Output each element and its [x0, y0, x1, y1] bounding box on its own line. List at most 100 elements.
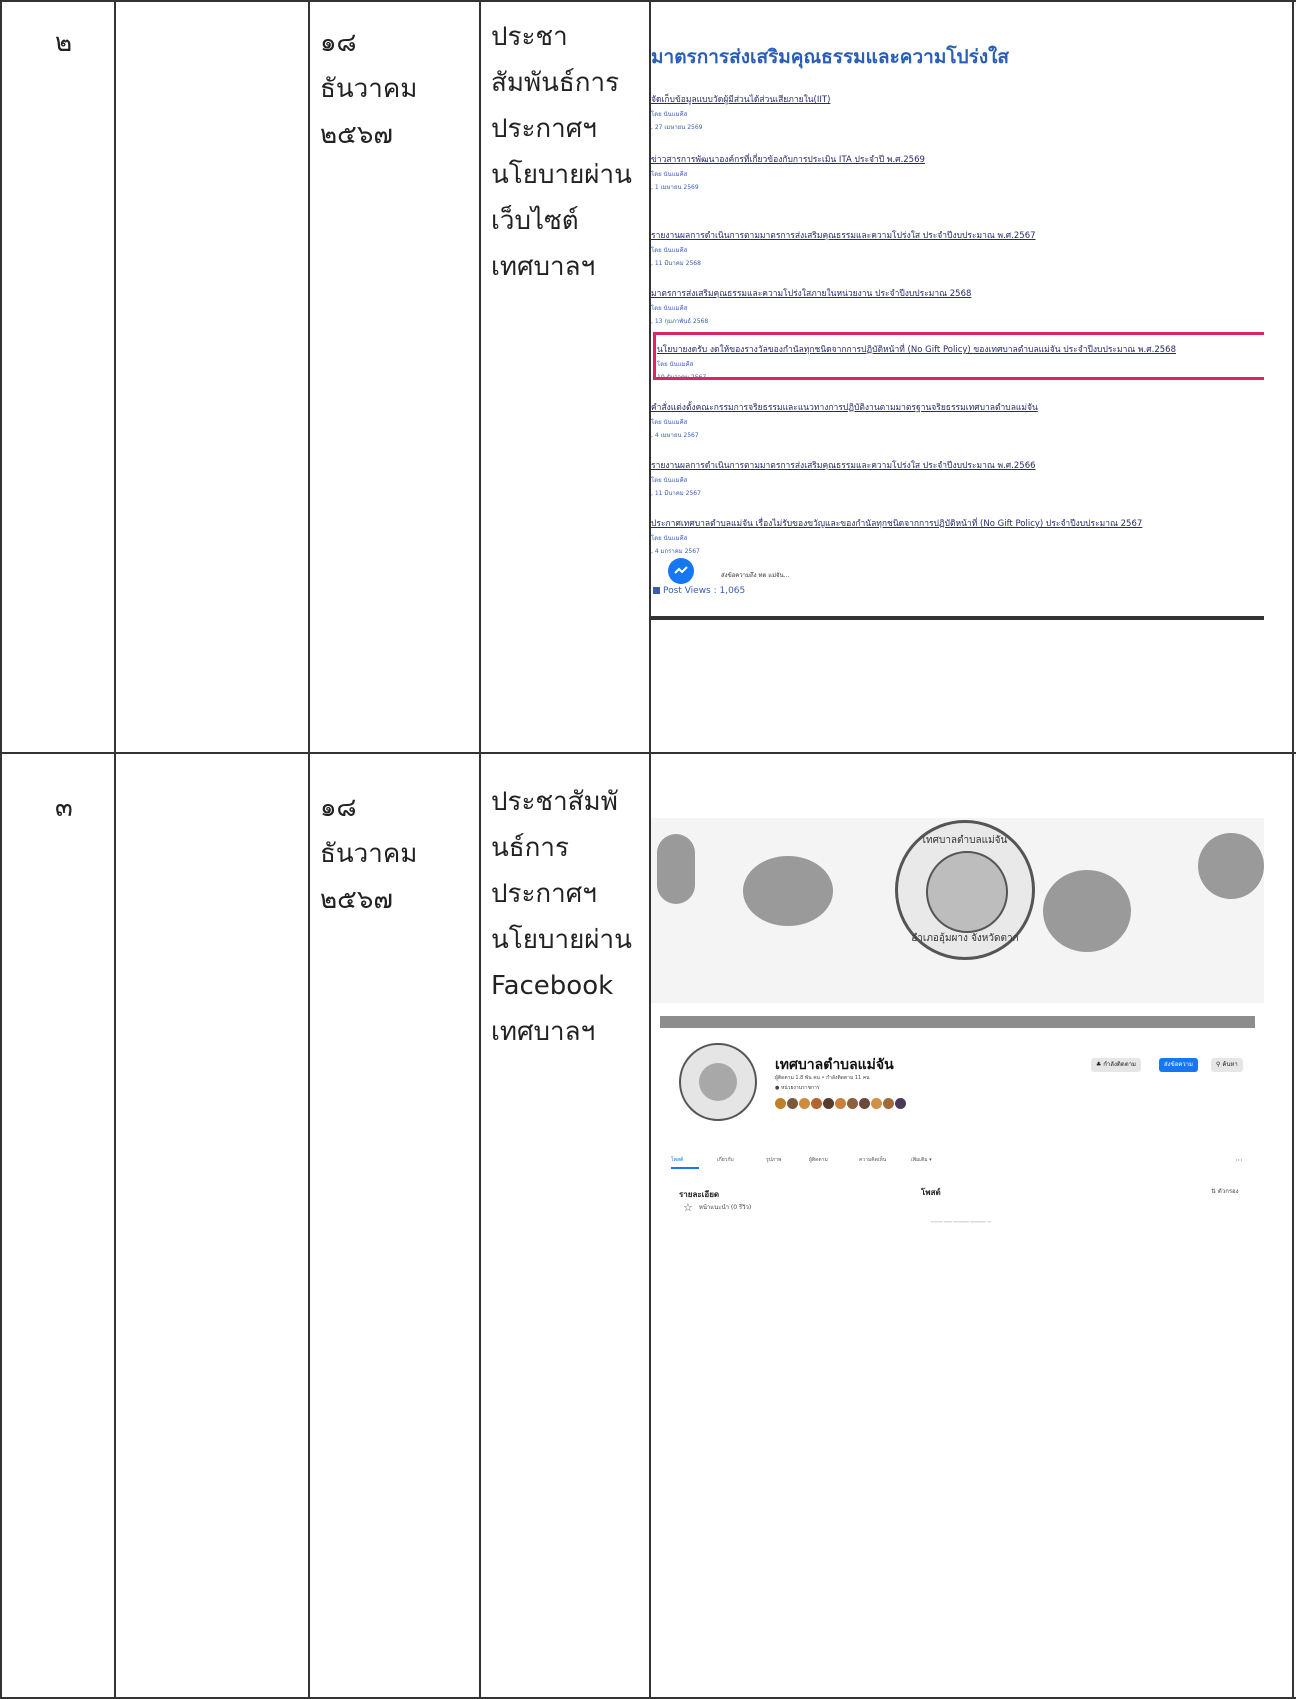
messenger-prompt[interactable]: ส่งข้อความถึง ทต แม่จัน...: [721, 570, 789, 580]
list-item[interactable]: ข่าวสารการพัฒนาองค์กรที่เกี่ยวข้องกับการ…: [651, 152, 1264, 192]
tab-posts[interactable]: โพสต์: [671, 1156, 683, 1164]
recommendation-row: ☆ หน้าแนะนำ (0 รีวิว): [683, 1201, 751, 1214]
tab-reviews[interactable]: ความคิดเห็น: [859, 1156, 886, 1164]
seal-text-top: เทศบาลตำบลแม่จัน: [922, 835, 1008, 846]
date-day: ๑๘: [320, 793, 357, 823]
row-number: ๒: [55, 28, 73, 58]
more-options-icon[interactable]: ···: [1235, 1156, 1243, 1165]
cover-photo: เทศบาลตำบลแม่จัน อำเภออุ้มผาง จังหวัดตาก: [651, 818, 1264, 1003]
entry-author: โดย นันแมคีส: [651, 535, 688, 542]
star-icon: ☆: [683, 1201, 693, 1214]
entry-date: , 11 มีนาคม 2568: [651, 260, 701, 267]
document-page: ๒ ๑๘ ธันวาคม ๒๕๖๗ ประชา สัมพันธ์การ ประก…: [0, 0, 1296, 1699]
table-column-divider: [479, 0, 481, 1699]
entry-title-link[interactable]: มาตรการส่งเสริมคุณธรรมและความโปร่งใสภายใ…: [651, 286, 1264, 300]
entry-author: โดย นันแมคีส: [651, 305, 688, 312]
details-heading: รายละเอียด: [679, 1190, 720, 1199]
list-item[interactable]: ประกาศเทศบาลตำบลแม่จัน เรื่องไม่รับของขว…: [651, 516, 1264, 556]
screenshot-divider: [651, 616, 1264, 620]
avatar: [787, 1098, 798, 1109]
tab-photos[interactable]: รูปภาพ: [766, 1156, 781, 1164]
entry-title-link[interactable]: จัดเก็บข้อมูลแบบวัดผู้มีส่วนได้ส่วนเสียภ…: [651, 92, 1264, 106]
row-date: ๑๘ ธันวาคม ๒๕๖๗: [320, 785, 417, 923]
filter-button[interactable]: ⇅ ตัวกรอง: [1211, 1186, 1239, 1196]
tab-more[interactable]: เพิ่มเติม ▾: [911, 1156, 932, 1164]
profile-seal-emblem: [699, 1063, 737, 1101]
avatar: [775, 1098, 786, 1109]
list-item[interactable]: จัดเก็บข้อมูลแบบวัดผู้มีส่วนได้ส่วนเสียภ…: [651, 92, 1264, 132]
message-button[interactable]: ส่งข้อความ: [1159, 1058, 1199, 1072]
entry-author: โดย นันแมคีส: [651, 477, 688, 484]
row-topic: ประชาสัมพั นธ์การ ประกาศฯ นโยบายผ่าน Fac…: [491, 779, 632, 1055]
active-tab-indicator: [671, 1167, 699, 1169]
entry-title-link[interactable]: รายงานผลการดำเนินการตามมาตรการส่งเสริมคุ…: [651, 458, 1264, 472]
row-date: ๑๘ ธันวาคม ๒๕๖๗: [320, 20, 417, 158]
avatar: [859, 1098, 870, 1109]
topic-line: เทศบาลฯ: [491, 252, 596, 282]
search-button[interactable]: ⚲ ค้นหา: [1211, 1058, 1243, 1072]
list-item[interactable]: มาตรการส่งเสริมคุณธรรมและความโปร่งใสภายใ…: [651, 286, 1264, 326]
topic-line: ประชาสัมพั: [491, 787, 618, 817]
page-stats[interactable]: ผู้ติดตาม 1.8 พัน คน • กำลังติดตาม 11 คน: [775, 1074, 870, 1082]
profile-picture[interactable]: [679, 1043, 757, 1121]
avatar: [871, 1098, 882, 1109]
following-button[interactable]: ♣ กำลังติดตาม: [1091, 1058, 1141, 1072]
entry-title-link[interactable]: ข่าวสารการพัฒนาองค์กรที่เกี่ยวข้องกับการ…: [651, 152, 1264, 166]
seal-text-bottom: อำเภออุ้มผาง จังหวัดตาก: [911, 933, 1019, 944]
facebook-screenshot: เทศบาลตำบลแม่จัน อำเภออุ้มผาง จังหวัดตาก…: [651, 818, 1264, 1228]
table-row-divider: [0, 752, 1296, 754]
list-item[interactable]: คำสั่งแต่งตั้งคณะกรรมการจริยธรรมและแนวทา…: [651, 400, 1264, 440]
entry-title-link[interactable]: รายงานผลการดำเนินการตามมาตรการส่งเสริมคุ…: [651, 228, 1264, 242]
list-item[interactable]: รายงานผลการดำเนินการตามมาตรการส่งเสริมคุ…: [651, 228, 1264, 268]
entry-date: , 27 เมษายน 2569: [651, 124, 703, 131]
entry-author: โดย นันแมคีส: [651, 171, 688, 178]
seal-emblem: [926, 851, 1008, 933]
entry-author: โดย นันแมคีส: [651, 247, 688, 254]
avatar: [811, 1098, 822, 1109]
page-tabs: โพสต์ เกี่ยวกับ รูปภาพ ผู้ติดตาม ความคิด…: [671, 1156, 1261, 1170]
topic-line: ประกาศฯ: [491, 879, 597, 909]
list-item[interactable]: รายงานผลการดำเนินการตามมาตรการส่งเสริมคุ…: [651, 458, 1264, 498]
topic-line: ประชา: [491, 22, 568, 52]
cover-photo-circle: [1043, 870, 1131, 952]
date-year: ๒๕๖๗: [320, 120, 393, 150]
website-screenshot: มาตรการส่งเสริมคุณธรรมและความโปร่งใส จัด…: [651, 30, 1264, 616]
avatar: [883, 1098, 894, 1109]
table-column-divider: [308, 0, 310, 1699]
topic-line: นโยบายผ่าน: [491, 925, 632, 955]
date-month: ธันวาคม: [320, 74, 418, 104]
topic-line: สัมพันธ์การ: [491, 68, 620, 98]
topic-line: เว็บไซต์: [491, 206, 579, 236]
cover-seal-logo: เทศบาลตำบลแม่จัน อำเภออุ้มผาง จังหวัดตาก: [895, 820, 1035, 960]
post-views: Post Views : 1,065: [653, 586, 745, 596]
tab-about[interactable]: เกี่ยวกับ: [717, 1156, 734, 1164]
row-number: ๓: [55, 793, 73, 823]
entry-date: , 4 เมษายน 2567: [651, 432, 699, 439]
messenger-icon[interactable]: [668, 558, 694, 584]
entry-date: , 4 มกราคม 2567: [651, 548, 700, 555]
date-day: ๑๘: [320, 28, 357, 58]
avatar: [895, 1098, 906, 1109]
messenger-bolt-icon: [674, 566, 688, 574]
bar-chart-icon: [653, 587, 660, 594]
post-views-text: Post Views : 1,065: [663, 586, 746, 596]
entry-title-link[interactable]: ประกาศเทศบาลตำบลแม่จัน เรื่องไม่รับของขว…: [651, 516, 1264, 530]
website-heading: มาตรการส่งเสริมคุณธรรมและความโปร่งใส: [651, 46, 1009, 68]
page-name: เทศบาลตำบลแม่จัน: [775, 1057, 894, 1073]
follower-avatars[interactable]: [775, 1094, 945, 1109]
table-border-left: [0, 0, 2, 1699]
entry-date: , 1 เมษายน 2569: [651, 184, 699, 191]
tab-followers[interactable]: ผู้ติดตาม: [809, 1156, 828, 1164]
table-border-right: [1292, 0, 1294, 1699]
row-topic: ประชา สัมพันธ์การ ประกาศฯ นโยบายผ่าน เว็…: [491, 14, 632, 290]
entry-author: โดย นันแมคีส: [651, 111, 688, 118]
topic-line: เทศบาลฯ: [491, 1017, 596, 1047]
topic-line: นธ์การ: [491, 833, 569, 863]
topic-line: Facebook: [491, 971, 614, 1001]
page-category: ● หน่วยงานราชการ: [775, 1085, 820, 1091]
entry-author: โดย นันแมคีส: [651, 419, 688, 426]
avatar: [823, 1098, 834, 1109]
avatar: [847, 1098, 858, 1109]
search-button-label: ค้นหา: [1222, 1061, 1238, 1068]
entry-title-link[interactable]: คำสั่งแต่งตั้งคณะกรรมการจริยธรรมและแนวทา…: [651, 400, 1264, 414]
